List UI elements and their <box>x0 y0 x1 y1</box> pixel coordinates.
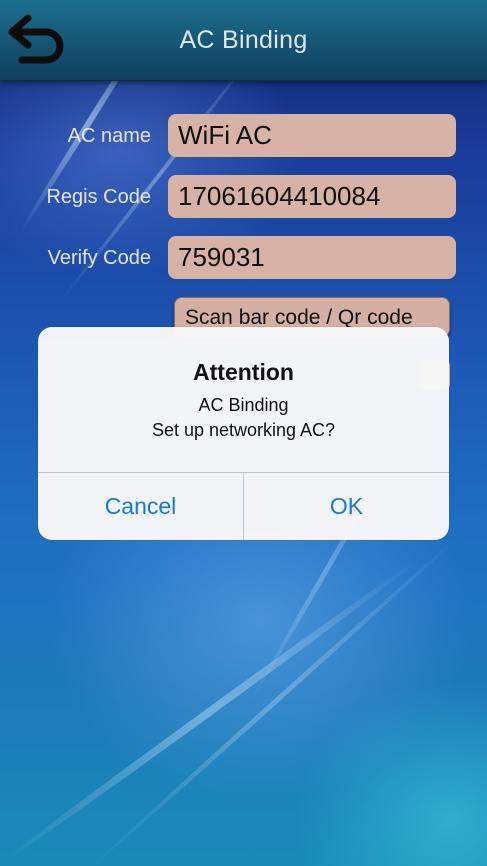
ac-name-label: AC name <box>67 125 151 147</box>
dialog-message-line1: AC Binding <box>198 395 289 415</box>
regis-code-label: Regis Code <box>46 186 151 208</box>
cancel-button[interactable]: Cancel <box>38 473 243 540</box>
dialog-title: Attention <box>193 359 294 385</box>
attention-dialog: Attention AC Binding Set up networking A… <box>38 327 449 540</box>
regis-code-field[interactable] <box>168 175 456 218</box>
navigation-bar: AC Binding <box>0 0 487 81</box>
ac-name-field[interactable] <box>168 114 456 157</box>
screen: AC Binding AC name Regis Code Verify Cod… <box>0 0 487 866</box>
background-light-streak <box>0 555 424 866</box>
verify-code-label: Verify Code <box>47 247 151 269</box>
page-title: AC Binding <box>179 26 308 54</box>
dialog-message-line2: Set up networking AC? <box>151 420 336 440</box>
background-light-streak <box>88 532 464 866</box>
verify-code-field[interactable] <box>168 236 456 279</box>
ok-button[interactable]: OK <box>244 473 449 540</box>
